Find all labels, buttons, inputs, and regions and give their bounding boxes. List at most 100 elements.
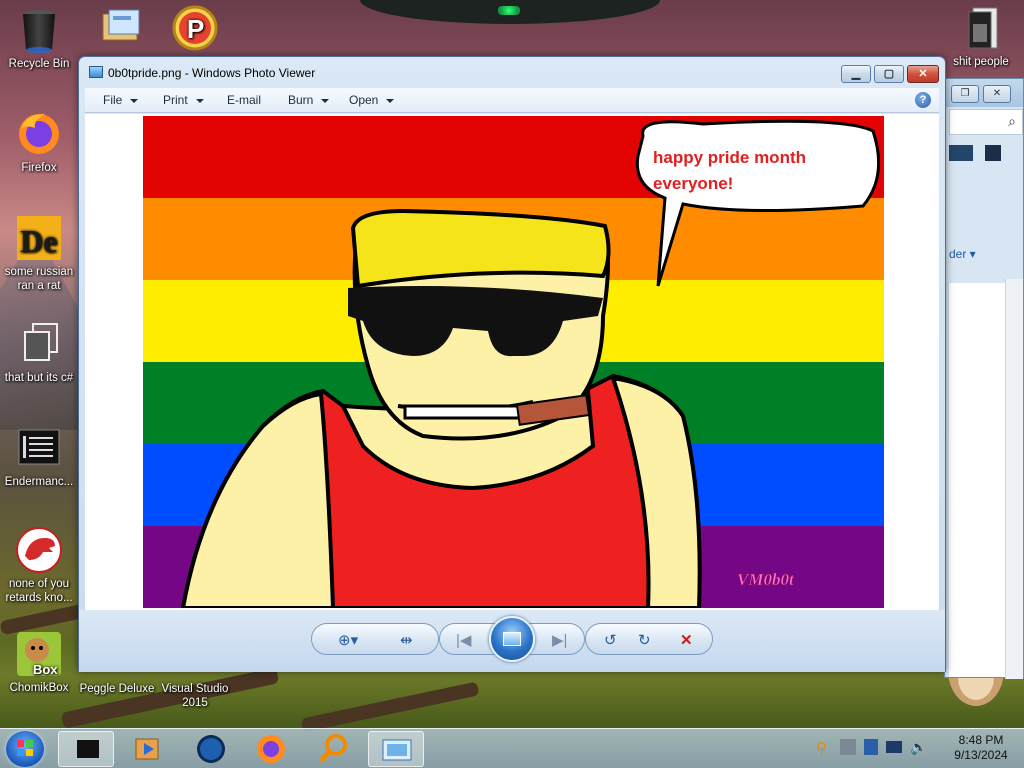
view-icon[interactable] [949, 145, 973, 161]
zoom-group: ⊕▾ ⇹ [311, 623, 439, 655]
minimize-icon: ▁ [851, 68, 861, 80]
system-tray: ⚲ 🔈 [812, 737, 942, 761]
taskbar-item-app[interactable] [58, 731, 114, 767]
photo-viewer-icon [382, 739, 412, 761]
delete-icon[interactable]: ✕ [680, 631, 693, 649]
desktop-icon-peggle[interactable]: P [156, 4, 234, 55]
taskbar-item-magnifier[interactable] [306, 731, 362, 767]
app-de-icon: De [15, 214, 63, 262]
windows-logo-icon [17, 740, 33, 756]
menu-print[interactable]: Print [163, 93, 204, 107]
maximize-icon: ▢ [883, 68, 895, 80]
chevron-down-icon [386, 98, 395, 103]
new-folder-link[interactable]: der ▾ [949, 247, 976, 261]
zoom-icon[interactable]: ⊕▾ [338, 631, 358, 649]
slideshow-button[interactable] [489, 616, 535, 662]
menu-file[interactable]: File [103, 93, 139, 107]
desktop-icon-label: none of you retards kno... [5, 578, 73, 604]
desktop-icon-russian-rat[interactable]: De some russian ran a rat [0, 214, 78, 293]
window-title: 0b0tpride.png - Windows Photo Viewer [108, 66, 316, 80]
security-icon[interactable] [864, 739, 878, 755]
menu-bar: File Print E-mail Burn Open ? [85, 88, 939, 113]
recycle-bin-icon [15, 6, 63, 54]
image-canvas: happy pride month everyone! VM0b0t [85, 114, 939, 610]
taskbar-item-photo-viewer[interactable] [368, 731, 424, 767]
edit-group: ↺ ↻ ✕ [585, 623, 713, 655]
desktop-icon-recycle-bin[interactable]: Recycle Bin [0, 6, 78, 71]
magnifier-icon[interactable]: ⚲ [816, 739, 827, 757]
close-icon: ✕ [918, 68, 928, 80]
speech-line-2: everyone! [653, 174, 733, 193]
close-button[interactable]: ✕ [907, 65, 939, 83]
close-button[interactable]: ✕ [983, 85, 1011, 103]
desktop-icon-label: some russian ran a rat [4, 266, 74, 292]
desktop-icon-chomikbox[interactable]: Box ChomikBox [0, 630, 78, 695]
minimize-button[interactable]: ▁ [841, 65, 871, 83]
menu-open[interactable]: Open [349, 93, 395, 107]
scrollbar[interactable] [1005, 279, 1023, 679]
desktop-icon-label: that but its c# [4, 372, 74, 384]
desktop-icon-shit-people[interactable]: shit people [938, 4, 1024, 69]
search-box[interactable]: ⌕ [949, 109, 1023, 135]
menu-email[interactable]: E-mail [227, 93, 261, 107]
desktop-icon-dinosaur[interactable]: none of you retards kno... [0, 526, 78, 605]
maximize-button[interactable]: ▢ [874, 65, 904, 83]
desktop-icon-endermanch[interactable]: Endermanc... [0, 424, 78, 489]
volume-icon[interactable]: 🔈 [910, 739, 927, 756]
desktop-icon-label: Peggle Deluxe [79, 683, 155, 695]
firefox-icon [15, 110, 63, 158]
firefox-icon [257, 735, 285, 763]
menu-burn[interactable]: Burn [288, 93, 330, 107]
display-icon[interactable] [886, 741, 902, 753]
clock-time: 8:48 PM [958, 733, 1004, 747]
mail-icon [97, 4, 145, 52]
actual-size-icon[interactable]: ⇹ [400, 631, 413, 649]
status-led [498, 6, 520, 15]
help-icon: ? [919, 94, 927, 106]
help-button[interactable]: ? [915, 92, 931, 108]
speech-line-1: happy pride month [653, 148, 806, 167]
desktop-icon-label: ChomikBox [9, 682, 69, 694]
desktop-icon-visual-studio[interactable]: Visual Studio 2015 [156, 682, 234, 710]
displayed-image: happy pride month everyone! VM0b0t [143, 116, 884, 608]
desktop-icon-csharp[interactable]: that but its c# [0, 320, 78, 385]
chevron-down-icon [195, 98, 204, 103]
desktop-icon-label: shit people [953, 56, 1009, 68]
desktop-icon-label: Visual Studio 2015 [161, 683, 229, 709]
desktop-icon-label: Endermanc... [4, 476, 74, 488]
rotate-left-icon[interactable]: ↺ [604, 631, 617, 649]
desktop-icon-mail[interactable] [82, 4, 160, 55]
desktop-icon-peggle-deluxe[interactable]: Peggle Deluxe [78, 682, 156, 696]
network-icon[interactable] [840, 739, 856, 755]
clock[interactable]: 8:48 PM 9/13/2024 [944, 733, 1018, 763]
rotate-right-icon[interactable]: ↻ [638, 631, 651, 649]
title-bar: 0b0tpride.png - Windows Photo Viewer ▁ ▢… [79, 57, 945, 87]
svg-text:De: De [20, 223, 57, 259]
preview-pane-icon[interactable] [985, 145, 1001, 161]
next-icon[interactable]: ▶| [552, 631, 567, 649]
slideshow-icon [503, 632, 521, 646]
search-icon: ⌕ [1008, 113, 1016, 129]
desktop-icon-label: Recycle Bin [8, 58, 70, 70]
media-player-icon [135, 738, 159, 760]
taskbar-item-firefox[interactable] [244, 731, 300, 767]
photo-viewer-icon [89, 66, 103, 78]
pride-flag-drawing: happy pride month everyone! VM0b0t [143, 116, 884, 608]
dinosaur-icon [15, 526, 63, 574]
taskbar-item-globe[interactable] [184, 731, 240, 767]
desktop-icon-firefox[interactable]: Firefox [0, 110, 78, 175]
maximize-button[interactable]: ❐ [951, 85, 979, 103]
taskbar-item-media-player[interactable] [120, 731, 176, 767]
taskbar: ⚲ 🔈 8:48 PM 9/13/2024 [0, 728, 1024, 768]
folder-icon [957, 4, 1005, 52]
start-button[interactable] [6, 731, 44, 767]
signature: VM0b0t [737, 570, 795, 589]
photo-viewer-window: 0b0tpride.png - Windows Photo Viewer ▁ ▢… [78, 56, 946, 672]
desktop-icon-label: Firefox [21, 162, 57, 174]
bottom-toolbar: ⊕▾ ⇹ |◀ ▶| ↺ ↻ ✕ [79, 610, 945, 672]
background-window[interactable]: ❐ ✕ ⌕ der ▾ [944, 78, 1024, 679]
chevron-down-icon [321, 98, 330, 103]
previous-icon[interactable]: |◀ [456, 631, 471, 649]
globe-icon [197, 735, 225, 763]
clock-date: 9/13/2024 [954, 748, 1008, 762]
